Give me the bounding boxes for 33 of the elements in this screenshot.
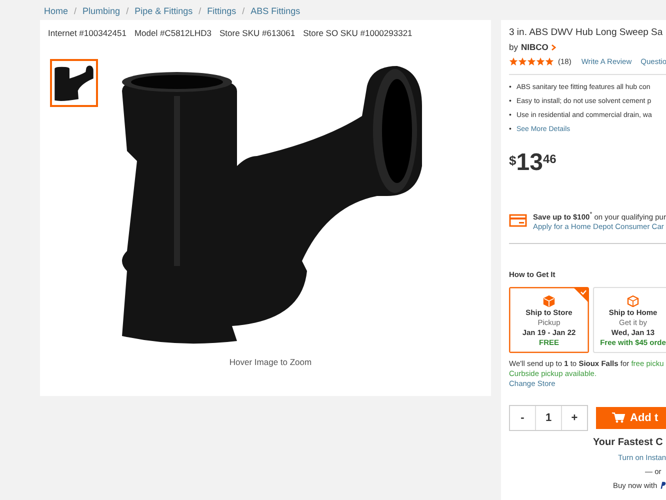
- checkmark-icon: [574, 288, 588, 302]
- add-to-cart-button[interactable]: Add t: [596, 406, 666, 428]
- product-identifier: Store SKU #613061: [220, 28, 296, 40]
- product-identifier: Model #C5812LHD3: [134, 28, 212, 40]
- by-label: by: [509, 42, 518, 52]
- box-icon: [543, 294, 555, 306]
- brand-link[interactable]: NIBCO: [520, 42, 548, 52]
- product-identifier: Internet #100342451: [48, 28, 126, 40]
- thumbnail[interactable]: [50, 59, 98, 107]
- breadcrumb-separator: /: [198, 6, 202, 16]
- breadcrumb-link[interactable]: Fittings: [207, 6, 236, 16]
- price-cents: 46: [542, 152, 556, 166]
- price-dollars: 13: [516, 149, 543, 177]
- breadcrumb-separator: /: [126, 6, 129, 16]
- breadcrumb-separator: /: [242, 6, 245, 16]
- chevron-icon: [551, 44, 556, 50]
- breadcrumb-link[interactable]: ABS Fittings: [250, 6, 300, 16]
- cart-icon: [612, 412, 625, 423]
- product-identifier: Store SO SKU #1000293321: [303, 28, 412, 40]
- checkout-heading: Your Fastest C: [593, 436, 663, 448]
- breadcrumb-link[interactable]: Home: [44, 6, 68, 16]
- quantity-field[interactable]: 1: [536, 406, 562, 430]
- breadcrumb-link[interactable]: Plumbing: [82, 6, 120, 16]
- image-caption: Hover Image to Zoom: [229, 356, 312, 367]
- box-icon: [627, 294, 639, 306]
- breadcrumb-link[interactable]: Pipe & Fittings: [134, 6, 193, 16]
- credit-card-icon: [509, 214, 527, 228]
- breadcrumb-separator: /: [74, 6, 77, 16]
- paypal-logo-icon[interactable]: [660, 480, 666, 490]
- increase-button[interactable]: +: [562, 406, 587, 430]
- price-currency: $: [509, 153, 516, 168]
- decrease-button[interactable]: -: [510, 406, 536, 430]
- product-title: 3 in. ABS DWV Hub Long Sweep Sa: [509, 27, 664, 38]
